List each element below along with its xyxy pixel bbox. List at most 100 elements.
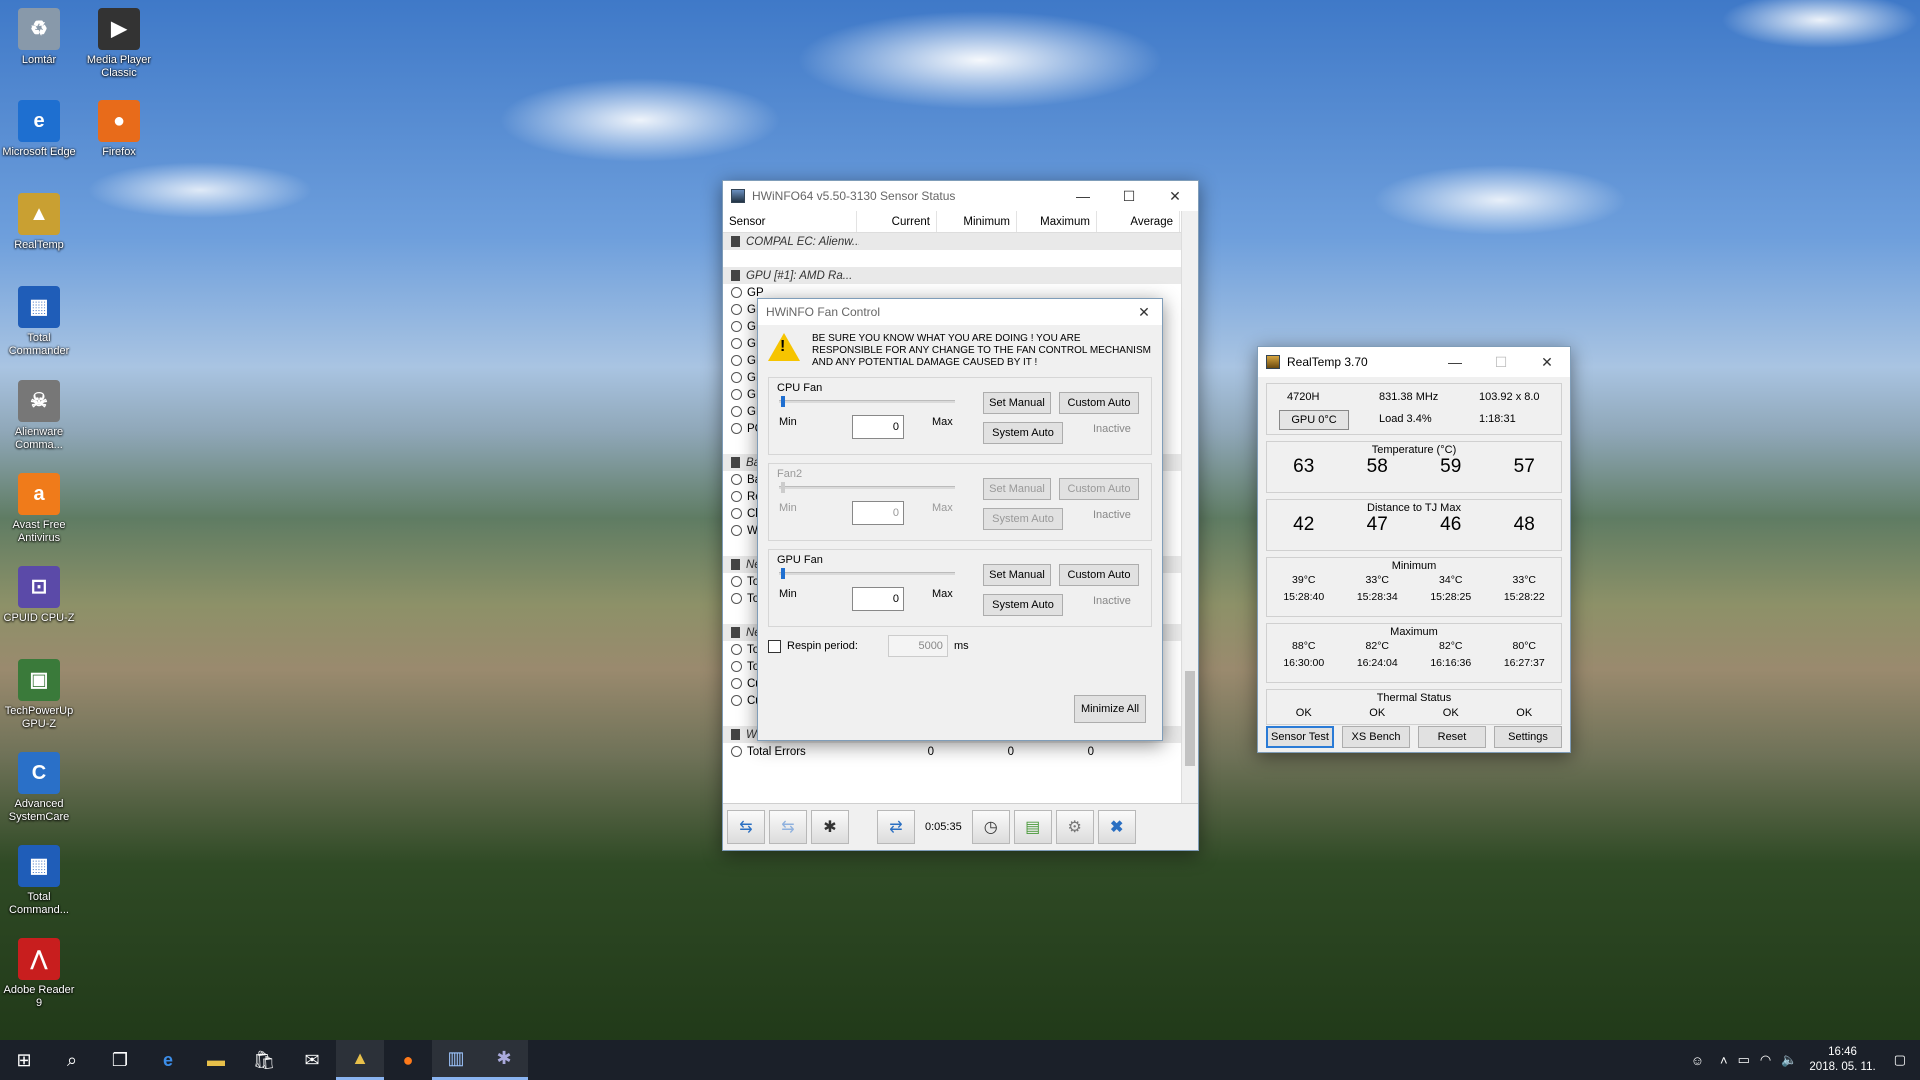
clock-time: 16:46 [1828,1046,1857,1058]
gpu-temp-button[interactable]: GPU 0°C [1279,410,1349,430]
desktop-icon[interactable]: ⊡ CPUID CPU-Z [0,566,78,625]
desktop-icon[interactable]: C Advanced SystemCare [0,752,78,824]
respin-period-input[interactable]: 5000 [887,635,948,657]
desktop-icon-label: Total Commander [8,332,70,357]
fan-control-titlebar[interactable]: HWiNFO Fan Control ✕ [758,299,1162,325]
sensor-group-row[interactable]: COMPAL EC: Alienw... [723,233,1183,250]
thermal-status-box: Thermal Status OK OK OK OK [1266,689,1562,725]
vertical-scrollbar[interactable] [1181,211,1198,805]
desktop-icon[interactable]: ▲ RealTemp [0,193,78,252]
system-auto-button[interactable]: System Auto [983,422,1063,444]
desktop-icon[interactable]: a Avast Free Antivirus [0,473,78,545]
firefox-taskbar-icon[interactable]: ● [384,1040,432,1080]
search-icon[interactable]: ⌕ [48,1040,96,1080]
hwinfo-fan-taskbar-icon[interactable]: ✱ [480,1040,528,1080]
fan-value-input[interactable]: 0 [852,415,904,439]
desktop-icon[interactable]: ☠ Alienware Comma... [0,380,78,452]
core-temp-time: 16:27:37 [1503,657,1545,669]
col-minimum[interactable]: Minimum [937,211,1017,232]
close-sensors-icon[interactable]: ✖ [1097,810,1136,844]
col-maximum[interactable]: Maximum [1017,211,1097,232]
desktop-icon[interactable]: ▦ Total Command... [0,845,78,917]
notifications-icon[interactable]: ▢ [1894,1052,1906,1068]
settings-button[interactable]: Settings [1494,726,1562,748]
set-manual-button[interactable]: Set Manual [983,564,1051,586]
core-minimum: 33°C 15:28:22 [1504,572,1545,606]
desktop-icon[interactable]: ● Firefox [80,100,158,159]
close-icon[interactable]: ✕ [1152,181,1198,211]
xs-bench-button[interactable]: XS Bench [1342,726,1410,748]
report-icon[interactable]: ▤ [1013,810,1052,844]
close-icon[interactable]: ✕ [1126,299,1162,325]
core-temp-value: 88°C [1292,640,1316,652]
sensor-row[interactable]: Total Errors 0 0 0 [723,743,1183,760]
store-icon[interactable]: 🛍 [240,1040,288,1080]
custom-auto-button: Custom Auto [1059,478,1139,500]
sensor-gauge-icon [731,678,742,689]
navigate-arrows-icon[interactable]: ⇆ [727,810,765,844]
settings-gear-icon[interactable]: ⚙ [1055,810,1094,844]
col-current[interactable]: Current [857,211,937,232]
battery-icon[interactable]: ▭ [1738,1052,1750,1068]
elapsed-time: 0:05:35 [925,821,962,833]
maximize-icon[interactable]: ☐ [1106,181,1152,211]
desktop-icon[interactable]: ▣ TechPowerUp GPU-Z [0,659,78,731]
clock[interactable]: 16:46 2018. 05. 11. [1809,1045,1875,1075]
reset-button[interactable]: Reset [1418,726,1486,748]
wifi-icon[interactable]: ◠ [1760,1052,1771,1068]
hwinfo-taskbar-icon[interactable]: ▥ [432,1040,480,1080]
respin-checkbox[interactable] [768,639,781,653]
core-temperature: 63 [1293,456,1315,477]
volume-icon[interactable]: 🔈 [1781,1052,1797,1068]
slider-thumb[interactable] [781,568,785,579]
desktop-icon[interactable]: e Microsoft Edge [0,100,78,159]
hwinfo-titlebar[interactable]: HWiNFO64 v5.50-3130 Sensor Status — ☐ ✕ [723,181,1198,211]
sensor-chip-icon [731,270,740,281]
fan-speed-slider[interactable] [779,400,955,403]
clock-icon[interactable]: ◷ [971,810,1010,844]
custom-auto-button[interactable]: Custom Auto [1059,392,1139,414]
col-average[interactable]: Average [1097,211,1180,232]
network-icon[interactable]: ⇄ [877,810,915,844]
fan-icon[interactable]: ✱ [811,810,849,844]
desktop-icon[interactable]: ⋀ Adobe Reader 9 [0,938,78,1010]
fan-speed-slider [779,486,955,489]
min-label: Min [779,588,797,600]
mail-icon[interactable]: ✉ [288,1040,336,1080]
sensor-gauge-icon [731,508,742,519]
realtemp-titlebar[interactable]: RealTemp 3.70 — ☐ ✕ [1258,347,1570,377]
task-view-icon[interactable]: ❐ [96,1040,144,1080]
desktop-icon[interactable]: ▶ Media Player Classic [80,8,158,80]
col-sensor[interactable]: Sensor [723,211,857,232]
close-icon[interactable]: ✕ [1524,347,1570,377]
hwinfo-title: HWiNFO64 v5.50-3130 Sensor Status [752,189,956,203]
core-thermal-status: OK OK OK OK [1267,707,1561,719]
desktop-icon-label: Alienware Comma... [14,426,64,451]
minimize-icon[interactable]: — [1432,347,1478,377]
system-auto-button[interactable]: System Auto [983,594,1063,616]
realtemp-taskbar-icon[interactable]: ▲ [336,1040,384,1080]
minimize-icon[interactable]: — [1060,181,1106,211]
maximum-label: Maximum [1390,626,1438,638]
edge-taskbar-icon[interactable]: e [144,1040,192,1080]
minimize-all-button[interactable]: Minimize All [1074,695,1146,723]
file-explorer-icon[interactable]: ▬ [192,1040,240,1080]
desktop-icon-label: Avast Free Antivirus [12,519,66,544]
fan-value-input[interactable]: 0 [852,587,904,611]
slider-thumb[interactable] [781,396,785,407]
desktop-icon[interactable]: ♻ Lomtár [0,8,78,67]
custom-auto-button[interactable]: Custom Auto [1059,564,1139,586]
set-manual-button[interactable]: Set Manual [983,392,1051,414]
scrollbar-thumb[interactable] [1185,671,1195,766]
fan-speed-slider[interactable] [779,572,955,575]
sensor-test-button[interactable]: Sensor Test [1266,726,1334,748]
sensor-group-row[interactable]: GPU [#1]: AMD Ra... [723,267,1183,284]
chevron-up-icon[interactable]: ˄ [1720,1053,1728,1068]
start-windows-icon[interactable]: ⊞ [0,1040,48,1080]
people-icon[interactable]: ☺ [1691,1053,1704,1068]
core-distance: 48 [1513,514,1535,535]
core-maximum: 88°C 16:30:00 [1283,638,1324,672]
fan-status: Inactive [1093,509,1131,521]
slider-thumb [781,482,785,493]
desktop-icon[interactable]: ▦ Total Commander [0,286,78,358]
